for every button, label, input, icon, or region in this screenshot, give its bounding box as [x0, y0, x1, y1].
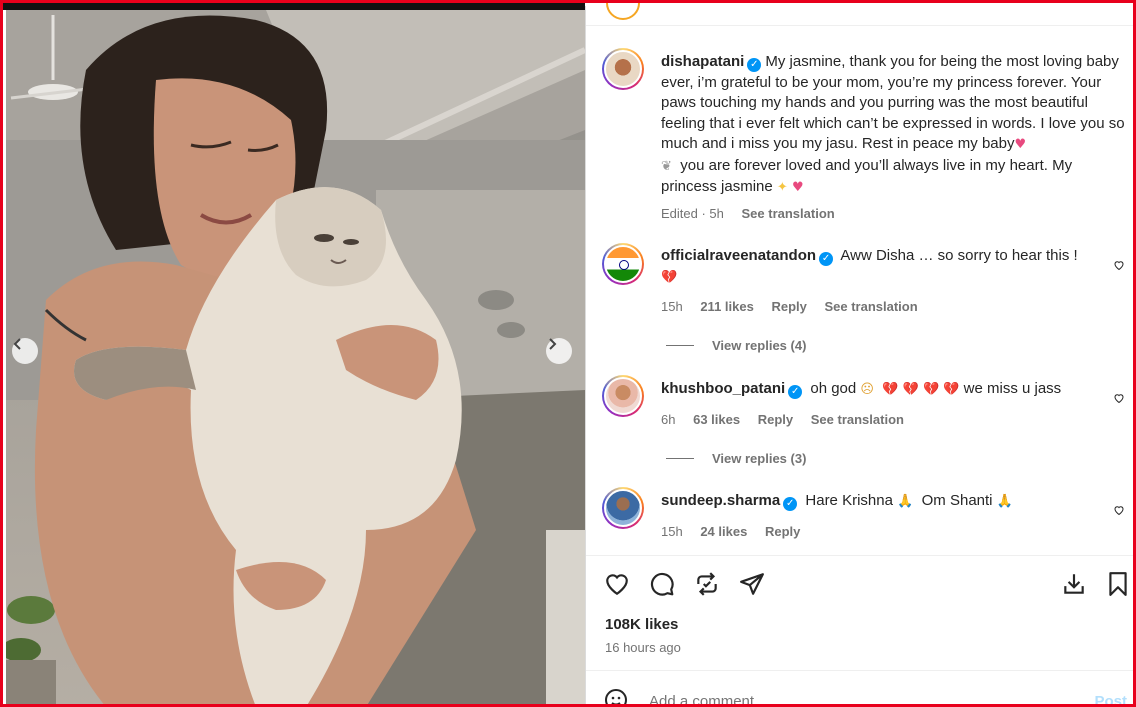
comments-panel: dishapatani ✓ My jasmine, thank you for be… [585, 3, 1133, 707]
comment-text: officialraveenatandon ✓ Aww Disha … so so… [661, 246, 1101, 288]
comment-time: 6h [661, 412, 676, 427]
view-replies-button[interactable]: View replies (4) [666, 338, 806, 353]
like-comment-heart-icon[interactable] [1113, 504, 1125, 516]
comment-likes[interactable]: 63 likes [693, 412, 740, 427]
caption-body-2: you are forever loved and you’ll always … [661, 156, 1073, 196]
next-photo-button[interactable] [546, 338, 572, 364]
see-translation-link[interactable]: See translation [811, 412, 904, 427]
view-replies-label: View replies (3) [712, 451, 807, 466]
post-comment-button[interactable]: Post [1094, 693, 1127, 704]
verified-badge-icon: ✓ [819, 252, 834, 266]
action-bar [586, 555, 1133, 615]
like-comment-heart-icon[interactable] [1113, 392, 1125, 404]
bookmark-icon[interactable] [1105, 571, 1131, 597]
post-time: 16 hours ago [605, 640, 681, 655]
verified-badge-icon: ✓ [747, 58, 762, 72]
photo-illustration [6, 10, 585, 704]
caption-text: dishapatani ✓ My jasmine, thank you for be… [661, 52, 1131, 199]
avatar[interactable] [602, 487, 644, 529]
send-icon[interactable] [739, 571, 765, 597]
comment-meta: 6h 63 likes Reply See translation [661, 412, 918, 427]
pleading-face-icon: ☹ [860, 382, 874, 397]
repost-icon[interactable] [694, 571, 720, 597]
reply-button[interactable]: Reply [771, 299, 806, 314]
comment-body: Hare Krishna [805, 492, 893, 509]
caption-username[interactable]: dishapatani [661, 53, 744, 70]
likes-count[interactable]: 108K likes [605, 616, 678, 633]
avatar[interactable] [602, 243, 644, 285]
caption-meta: Edited · 5h See translation [661, 206, 849, 221]
comment-meta: 15h 211 likes Reply See translation [661, 299, 932, 314]
comment-body-2: we miss u jass [963, 380, 1062, 397]
chevron-left-icon [13, 338, 21, 350]
broken-heart-icon: 💔 [661, 269, 678, 285]
comment-time: 15h [661, 299, 683, 314]
save-icon[interactable] [1061, 571, 1087, 597]
previous-photo-button[interactable] [12, 338, 38, 364]
broken-heart-icon: 💔 💔 💔 💔 [882, 382, 960, 397]
folded-hands-icon: 🙏 [996, 494, 1013, 509]
sparkles-icon: ✦ [776, 180, 788, 195]
heart-icon[interactable] [604, 571, 630, 597]
see-translation-link[interactable]: See translation [824, 299, 917, 314]
folded-hands-icon: 🙏 [897, 494, 914, 509]
replies-divider [666, 345, 694, 346]
comment-input[interactable] [649, 693, 1049, 704]
emoji-icon[interactable] [604, 688, 628, 707]
comment-icon[interactable] [649, 571, 675, 597]
panel-header [586, 3, 1133, 26]
post-photo[interactable] [6, 10, 585, 704]
replies-divider [666, 458, 694, 459]
comment-time: 15h [661, 524, 683, 539]
view-replies-label: View replies (4) [712, 338, 807, 353]
view-replies-button[interactable]: View replies (3) [666, 451, 806, 466]
verified-badge-icon: ✓ [788, 385, 803, 399]
comment-username[interactable]: officialraveenatandon [661, 247, 816, 264]
header-avatar[interactable] [606, 3, 640, 20]
dove-icon: ❦ [661, 158, 672, 174]
instagram-post-window: dishapatani ✓ My jasmine, thank you for be… [0, 0, 1136, 707]
reply-button[interactable]: Reply [758, 412, 793, 427]
comment-body: oh god [810, 380, 857, 397]
comment-username[interactable]: sundeep.sharma [661, 492, 780, 509]
comment-body: Aww Disha … so sorry to hear this ! [840, 247, 1078, 264]
comment-meta: 15h 24 likes Reply [661, 524, 814, 539]
comment-text: sundeep.sharma ✓ Hare Krishna 🙏 Om Shanti… [661, 491, 1101, 513]
like-comment-heart-icon[interactable] [1113, 259, 1125, 271]
top-bar [3, 3, 585, 10]
comment-username[interactable]: khushboo_patani [661, 380, 785, 397]
comment-text: khushboo_patani ✓ oh god ☹ 💔 💔 💔 💔 we mis… [661, 379, 1101, 401]
pink-heart-icon: ♥ [1014, 137, 1027, 152]
reply-button[interactable]: Reply [765, 524, 800, 539]
add-comment-bar: Post [586, 670, 1133, 707]
comment-body-2: Om Shanti [921, 492, 993, 509]
comment-likes[interactable]: 24 likes [700, 524, 747, 539]
pink-heart-icon: ♥ [791, 180, 804, 195]
comment-likes[interactable]: 211 likes [700, 299, 754, 314]
avatar[interactable] [602, 375, 644, 417]
avatar[interactable] [602, 48, 644, 90]
chevron-right-icon [549, 338, 557, 350]
see-translation-link[interactable]: See translation [742, 206, 835, 221]
edited-time: Edited · 5h [661, 206, 724, 221]
verified-badge-icon: ✓ [783, 497, 798, 511]
